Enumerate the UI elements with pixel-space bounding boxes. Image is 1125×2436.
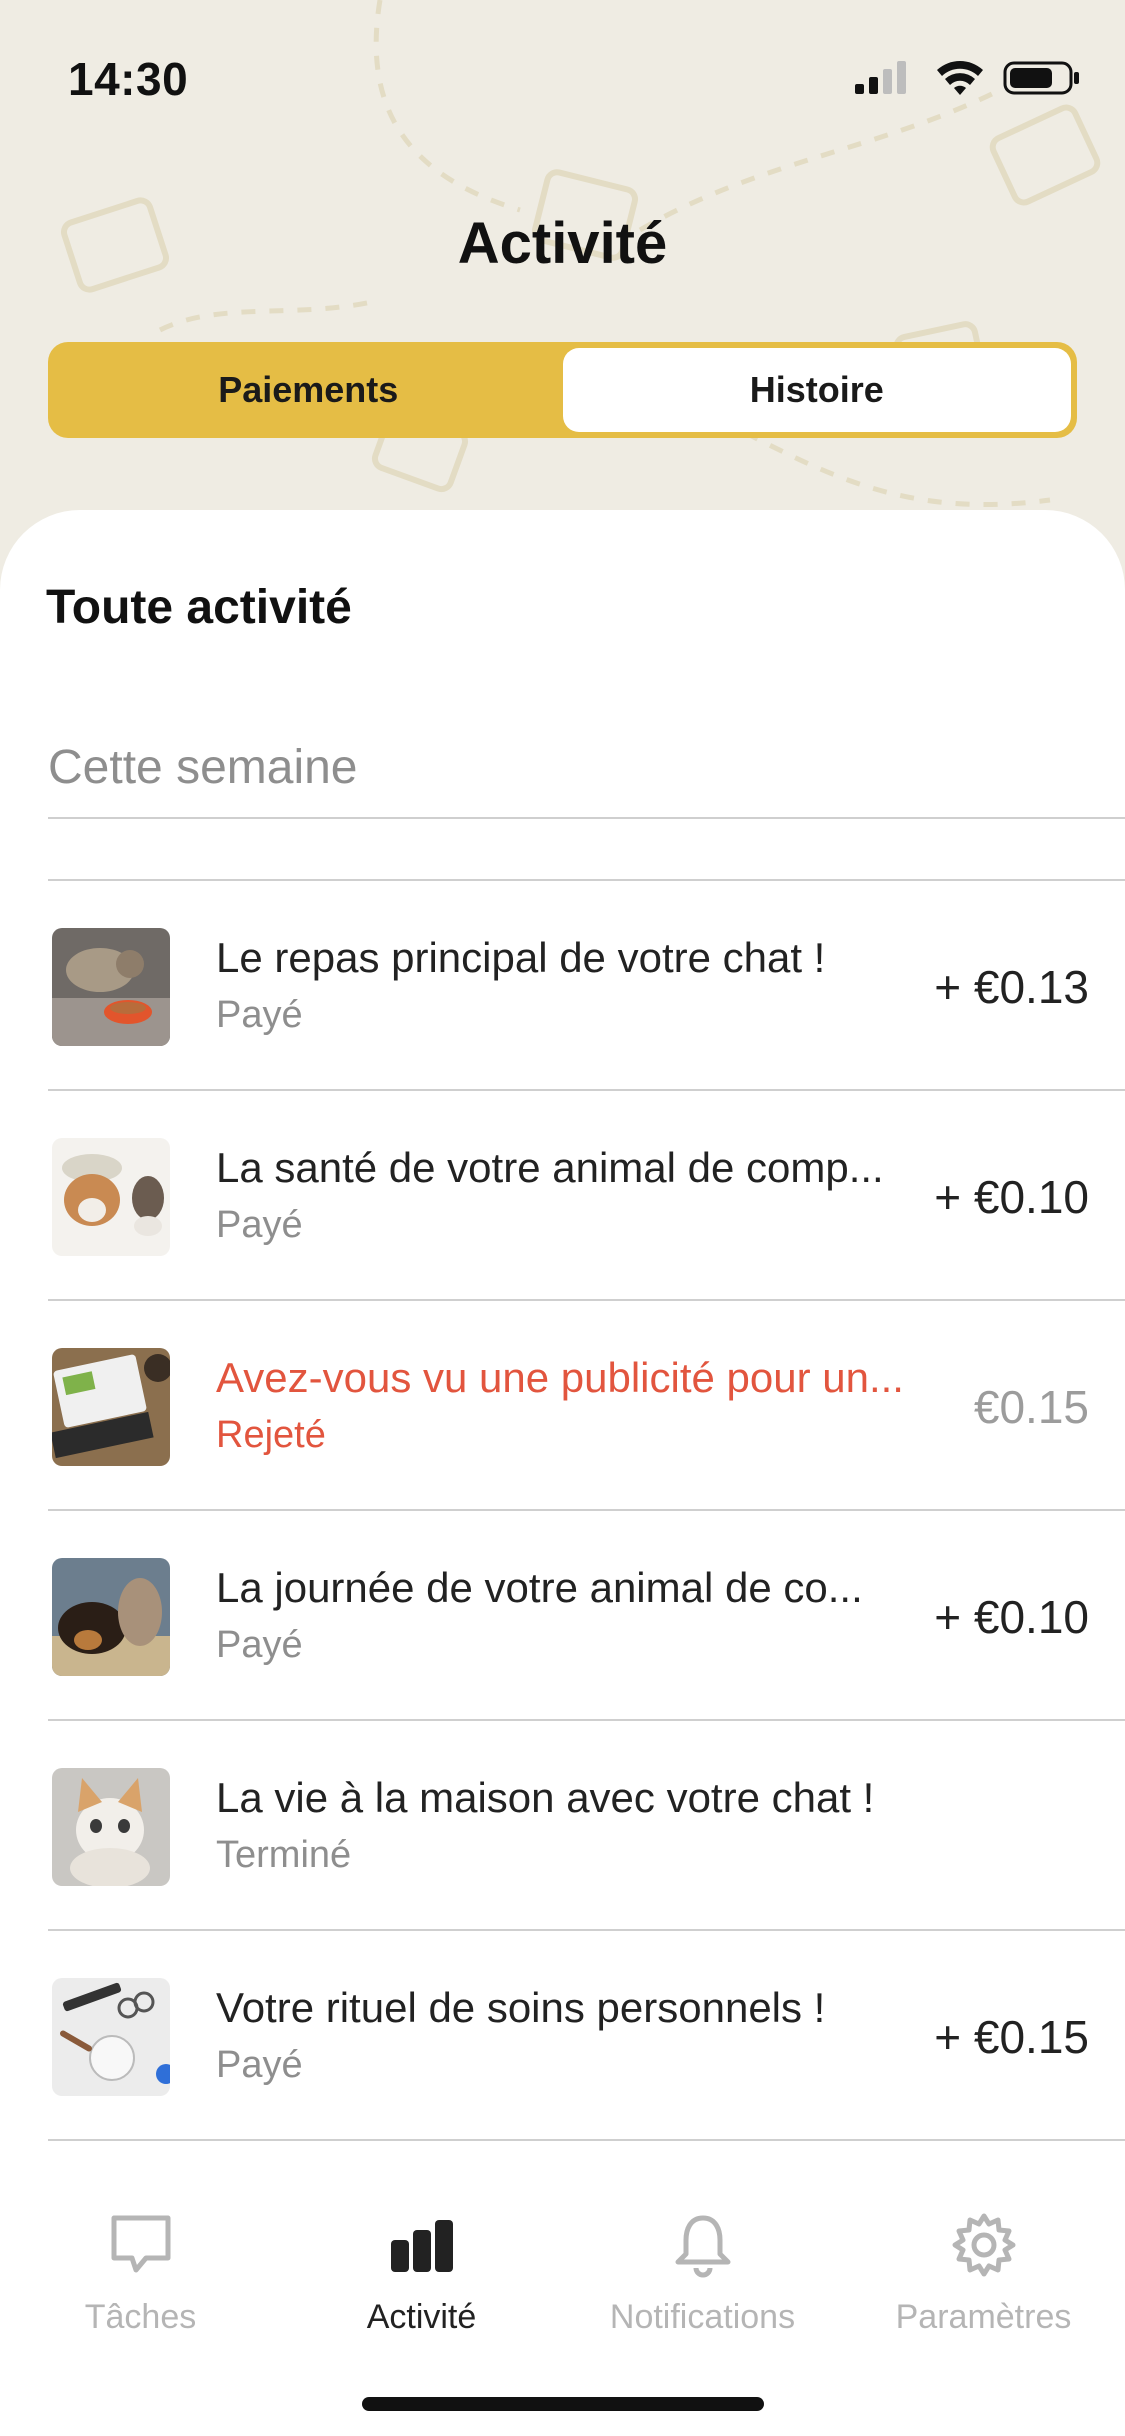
segment-paiements[interactable]: Paiements: [54, 348, 563, 432]
activity-status: Payé: [216, 1624, 303, 1666]
activity-status: Terminé: [216, 1834, 352, 1876]
activity-sheet: Toute activité Cette semaine Le repas pr…: [0, 510, 1125, 2436]
activity-row[interactable]: Avez-vous vu une publicité pour un... Re…: [48, 1300, 1125, 1510]
tab-label: Paramètres: [895, 2298, 1072, 2336]
tab-label: Tâches: [84, 2298, 197, 2336]
tab-label: Notifications: [609, 2298, 796, 2336]
activity-title: Le repas principal de votre chat !: [216, 934, 826, 981]
segmented-control: Paiements Histoire: [48, 342, 1077, 438]
activity-row[interactable]: La santé de votre animal de comp... Payé…: [48, 1090, 1125, 1300]
kitten-image: [52, 1768, 170, 1886]
bar-chart-icon: [390, 2220, 453, 2272]
cellular-signal-icon: [855, 61, 906, 94]
bell-icon: [675, 2215, 730, 2278]
activity-amount: + €0.10: [934, 1171, 1089, 1223]
tab-label: Activité: [366, 2298, 477, 2336]
grooming-tools-image: [52, 1978, 170, 2096]
status-bar: 14:30: [0, 0, 1125, 150]
laptop-ad-image: [52, 1348, 170, 1466]
gear-icon: [952, 2213, 1015, 2277]
divider: [48, 817, 1125, 819]
activity-amount: €0.15: [973, 1381, 1089, 1433]
battery-icon: [1003, 61, 1079, 95]
segment-histoire[interactable]: Histoire: [562, 348, 1071, 432]
puppy-image: [52, 1138, 170, 1256]
activity-amount: + €0.10: [934, 1591, 1089, 1643]
tab-taches[interactable]: Tâches: [0, 2210, 281, 2360]
status-time: 14:30: [68, 53, 189, 105]
activity-status: Payé: [216, 994, 303, 1036]
activity-title: Votre rituel de soins personnels !: [216, 1984, 826, 2031]
home-indicator: [362, 2397, 764, 2411]
activity-row[interactable]: La journée de votre animal de co... Payé…: [48, 1510, 1125, 1720]
chat-bubble-icon: [111, 2215, 170, 2273]
cat-eating-image: [52, 928, 170, 1046]
activity-title: La journée de votre animal de co...: [216, 1564, 863, 1611]
activity-title: Avez-vous vu une publicité pour un...: [216, 1354, 904, 1401]
activity-title: La santé de votre animal de comp...: [216, 1144, 884, 1191]
activity-amount: + €0.15: [934, 2011, 1089, 2063]
activity-row[interactable]: La vie à la maison avec votre chat ! Ter…: [48, 1720, 1125, 1930]
activity-amount: + €0.13: [934, 961, 1089, 1013]
activity-status: Rejeté: [216, 1414, 326, 1456]
activity-status: Payé: [216, 2044, 303, 2086]
page-title: Activité: [457, 211, 668, 276]
week-group-label: Cette semaine: [48, 741, 358, 794]
divider: [48, 2139, 1125, 2141]
activity-title: La vie à la maison avec votre chat !: [216, 1774, 875, 1821]
tab-parametres[interactable]: Paramètres: [843, 2210, 1124, 2360]
section-title: Toute activité: [46, 581, 352, 634]
activity-row[interactable]: Le repas principal de votre chat ! Payé …: [48, 880, 1125, 1090]
wifi-icon: [937, 61, 983, 95]
activity-status: Payé: [216, 1204, 303, 1246]
activity-row[interactable]: Votre rituel de soins personnels ! Payé …: [48, 1930, 1125, 2140]
tab-notifications[interactable]: Notifications: [562, 2210, 843, 2360]
dog-and-cat-image: [52, 1558, 170, 1676]
status-icons: [855, 61, 1079, 95]
tab-activite[interactable]: Activité: [281, 2210, 562, 2360]
